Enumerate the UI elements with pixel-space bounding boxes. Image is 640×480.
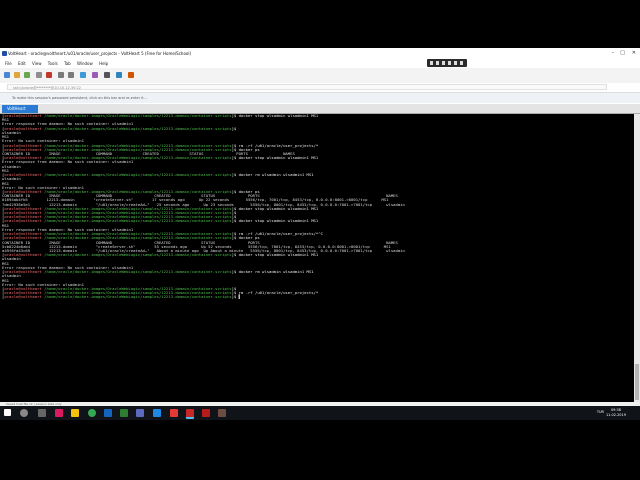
terminal-scrollbar[interactable]	[634, 114, 640, 402]
app-icon-1[interactable]	[55, 409, 63, 417]
panel-icon-5[interactable]	[454, 61, 457, 65]
tab-bar: VoltHeart	[0, 104, 640, 114]
panel-icon-4[interactable]	[448, 61, 451, 65]
menu-tools[interactable]: Tools	[48, 61, 58, 66]
password-notice-bar[interactable]: To make this session's password persiste…	[0, 93, 640, 103]
tab-session[interactable]: VoltHeart	[2, 105, 38, 113]
prompt-command: ]$ docker rm wlsadmin wlsadmin1 MS1	[231, 269, 314, 275]
disconnect-icon[interactable]	[46, 72, 52, 78]
window-titlebar[interactable]: VoltHeart - oracle@voltheart:/u01/oracle…	[0, 48, 640, 59]
app-icon-6[interactable]	[170, 409, 178, 417]
app-icon	[2, 51, 7, 56]
menu-window[interactable]: Window	[77, 61, 93, 66]
fullscreen-icon[interactable]	[104, 72, 110, 78]
file-explorer-icon[interactable]	[71, 409, 79, 417]
minimize-icon[interactable]: –	[612, 48, 615, 59]
prompt-command: ]$ docker rm wlsadmin wlsadmin1 MS1	[231, 172, 314, 178]
prompt-user: oracle@voltheart	[4, 218, 42, 224]
desktop-screen: VoltHeart - oracle@voltheart:/u01/oracle…	[0, 48, 640, 406]
tray-clock[interactable]: 09:38 11.02.2019	[606, 408, 626, 418]
open-folder-icon[interactable]	[14, 72, 20, 78]
bookmark-icon[interactable]	[128, 72, 134, 78]
prompt-command: ]$ docker stop wlsadmin wlsadmin1 MS1	[231, 114, 319, 118]
help-icon[interactable]	[116, 72, 122, 78]
windows-start-icon[interactable]	[4, 409, 11, 416]
search-icon[interactable]	[20, 409, 28, 417]
transfer-icon[interactable]	[80, 72, 86, 78]
new-session-icon[interactable]	[4, 72, 10, 78]
app-icon-5[interactable]	[153, 409, 161, 417]
prompt-command: ]$ docker stop wlsadmin wlsadmin1 MS1	[231, 252, 319, 258]
prompt-user: oracle@voltheart	[4, 294, 42, 300]
floating-control-panel[interactable]	[427, 59, 467, 67]
panel-icon-1[interactable]	[430, 61, 433, 65]
app-icon-4[interactable]	[136, 409, 144, 417]
app-icon-3[interactable]	[120, 409, 128, 417]
prompt-path: /home/oracle/docker-images/OracleWebLogi…	[44, 218, 232, 224]
voltheart-taskbar-icon[interactable]	[186, 409, 194, 419]
app-icon-2[interactable]	[104, 409, 112, 417]
prompt-path: /home/oracle/docker-images/OracleWebLogi…	[44, 125, 232, 131]
menu-file[interactable]: File	[5, 61, 12, 66]
toolbar	[0, 68, 640, 84]
menu-bar: File Edit View Tools Tab Window Help	[0, 59, 640, 68]
session-address-bar: ssh://oracle@********@10.10.12.30:22	[0, 83, 640, 93]
terminal-output[interactable]: [oracle@voltheart /home/oracle/docker-im…	[0, 114, 634, 402]
window-title: VoltHeart - oracle@voltheart:/u01/oracle…	[8, 51, 192, 56]
tray-date: 11.02.2019	[605, 413, 626, 417]
tools-icon[interactable]	[92, 72, 98, 78]
prompt-command: ]$ docker stop wlsadmin wlsadmin1 MS1	[231, 205, 319, 211]
chrome-icon[interactable]	[88, 409, 96, 417]
maximize-icon[interactable]: □	[620, 48, 625, 59]
copy-icon[interactable]	[58, 72, 64, 78]
terminal-prompt-line: [oracle@voltheart /home/oracle/docker-im…	[0, 295, 634, 299]
app-icon-7[interactable]	[202, 409, 210, 417]
settings-icon[interactable]	[36, 72, 42, 78]
task-view-icon[interactable]	[38, 409, 46, 417]
prompt-command: ]$ ▌	[231, 294, 241, 300]
paste-icon[interactable]	[68, 72, 74, 78]
prompt-command: ]$ docker stop wlsadmin wlsadmin1 MS1	[231, 218, 319, 224]
panel-icon-3[interactable]	[442, 61, 445, 65]
prompt-path: /home/oracle/docker-images/OracleWebLogi…	[44, 114, 232, 118]
prompt-path: /home/oracle/docker-images/OracleWebLogi…	[44, 269, 232, 275]
close-icon[interactable]: ✕	[632, 48, 636, 59]
session-address-field[interactable]: ssh://oracle@********@10.10.12.30:22	[7, 84, 607, 90]
panel-icon-2[interactable]	[436, 61, 439, 65]
menu-help[interactable]: Help	[99, 61, 108, 66]
prompt-command: ]$ docker stop wlsadmin wlsadmin1 MS1	[231, 155, 319, 161]
windows-taskbar: TUR 09:38 11.02.2019	[0, 406, 640, 420]
prompt-user: oracle@voltheart	[4, 114, 42, 118]
menu-view[interactable]: View	[32, 61, 42, 66]
menu-tab[interactable]: Tab	[64, 61, 71, 66]
menu-edit[interactable]: Edit	[18, 61, 26, 66]
app-icon-8[interactable]	[218, 409, 226, 417]
prompt-path: /home/oracle/docker-images/OracleWebLogi…	[44, 294, 232, 300]
prompt-path: /home/oracle/docker-images/OracleWebLogi…	[44, 172, 232, 178]
notice-text: To make this session's password persiste…	[12, 96, 147, 100]
prompt-path: /home/oracle/docker-images/OracleWebLogi…	[44, 252, 232, 258]
scrollbar-thumb[interactable]	[635, 364, 639, 400]
sessions-icon[interactable]	[24, 72, 30, 78]
panel-icon-6[interactable]	[460, 61, 463, 65]
tray-language[interactable]: TUR	[597, 410, 604, 414]
prompt-command: ]$ rm -rf /u01/oracle/user_projects/*	[231, 290, 319, 296]
prompt-command: ]$	[231, 125, 239, 131]
